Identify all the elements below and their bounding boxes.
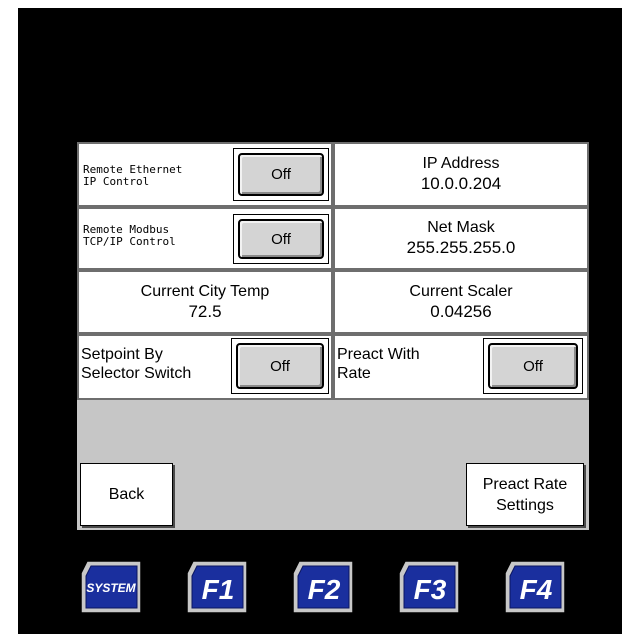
back-button-label: Back bbox=[108, 486, 145, 503]
setpoint-selector-label: Setpoint By Selector Switch bbox=[81, 346, 192, 382]
f2-key-icon: F2 bbox=[292, 560, 354, 614]
setpoint-selector-toggle-frame: Off bbox=[231, 338, 329, 394]
remote-ethernet-label: Remote Ethernet IP Control bbox=[83, 163, 183, 188]
current-scaler-cell: Current Scaler 0.04256 bbox=[333, 270, 589, 334]
ip-address-cell: IP Address 10.0.0.204 bbox=[333, 142, 589, 207]
preact-with-rate-toggle-frame: Off bbox=[483, 338, 583, 394]
net-mask-value: 255.255.255.0 bbox=[406, 238, 516, 257]
current-city-temp-label: Current City Temp bbox=[140, 282, 270, 300]
setpoint-selector-cell: Setpoint By Selector Switch Off bbox=[77, 334, 333, 400]
f3-key-icon: F3 bbox=[398, 560, 460, 614]
remote-ethernet-toggle-frame: Off bbox=[233, 148, 329, 201]
current-city-temp-value: 72.5 bbox=[188, 301, 222, 321]
system-key[interactable]: SYSTEM bbox=[77, 557, 145, 617]
preact-rate-settings-label-line2: Settings bbox=[496, 496, 554, 514]
remote-modbus-toggle-frame: Off bbox=[233, 214, 329, 264]
f3-key[interactable]: F3 bbox=[395, 557, 463, 617]
preact-with-rate-label: Preact With Rate bbox=[337, 346, 420, 382]
control-panel: Remote Ethernet IP Control Off IP Addres… bbox=[77, 142, 589, 530]
remote-modbus-label: Remote Modbus TCP/IP Control bbox=[83, 223, 176, 248]
net-mask-label: Net Mask bbox=[427, 219, 495, 236]
f4-key-icon: F4 bbox=[504, 560, 566, 614]
system-key-icon: SYSTEM bbox=[80, 560, 142, 614]
remote-modbus-toggle[interactable]: Off bbox=[238, 219, 324, 259]
svg-text:SYSTEM: SYSTEM bbox=[86, 581, 136, 595]
f4-key[interactable]: F4 bbox=[501, 557, 569, 617]
f1-key[interactable]: F1 bbox=[183, 557, 251, 617]
preact-with-rate-toggle[interactable]: Off bbox=[488, 343, 578, 389]
current-scaler-label: Current Scaler bbox=[409, 282, 513, 300]
f1-key-icon: F1 bbox=[186, 560, 248, 614]
preact-rate-settings-label-line1: Preact Rate bbox=[482, 475, 568, 493]
current-city-temp-cell: Current City Temp 72.5 bbox=[77, 270, 333, 334]
svg-text:F1: F1 bbox=[202, 574, 235, 605]
setpoint-selector-toggle[interactable]: Off bbox=[236, 343, 324, 389]
remote-ethernet-toggle[interactable]: Off bbox=[238, 153, 324, 196]
svg-text:F3: F3 bbox=[414, 574, 447, 605]
preact-rate-settings-button[interactable]: Preact Rate Settings bbox=[466, 463, 584, 526]
preact-with-rate-cell: Preact With Rate Off bbox=[333, 334, 589, 400]
ip-address-label: IP Address bbox=[422, 155, 500, 172]
current-scaler-value: 0.04256 bbox=[430, 301, 492, 321]
remote-ethernet-cell: Remote Ethernet IP Control Off bbox=[77, 142, 333, 207]
ip-address-value: 10.0.0.204 bbox=[420, 174, 502, 193]
svg-text:F4: F4 bbox=[520, 574, 553, 605]
remote-modbus-cell: Remote Modbus TCP/IP Control Off bbox=[77, 207, 333, 270]
svg-text:F2: F2 bbox=[308, 574, 341, 605]
f2-key[interactable]: F2 bbox=[289, 557, 357, 617]
back-button[interactable]: Back bbox=[80, 463, 173, 526]
net-mask-cell: Net Mask 255.255.255.0 bbox=[333, 207, 589, 270]
